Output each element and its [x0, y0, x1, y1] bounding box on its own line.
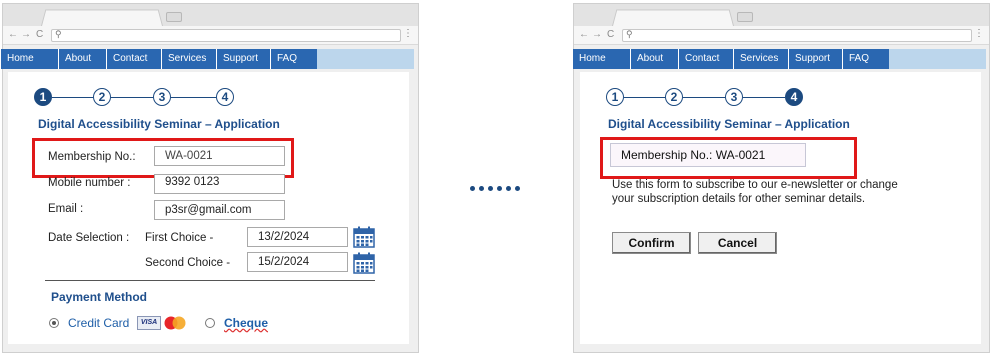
tab-strip — [3, 4, 418, 26]
nav-support[interactable]: Support — [789, 49, 843, 69]
browser-tab[interactable] — [612, 9, 734, 26]
browser-tab[interactable] — [41, 9, 163, 26]
step-4: 4 — [216, 88, 234, 106]
site-navbar: Home About Contact Services Support FAQ — [1, 49, 414, 69]
mobile-field[interactable]: 9392 0123 — [154, 174, 285, 194]
browser-toolbar: ← → C ⚲ ⋮ — [3, 26, 418, 45]
dot — [488, 186, 493, 191]
step-3: 3 — [153, 88, 171, 106]
nav-about[interactable]: About — [631, 49, 679, 69]
highlight-box — [600, 137, 857, 179]
mastercard-icon — [164, 316, 186, 330]
date-selection-label: Date Selection : — [48, 232, 130, 244]
info-line-1: Use this form to subscribe to our e-news… — [612, 179, 898, 191]
progress-stepper-left: 1 2 3 4 — [34, 88, 234, 110]
form-page-right — [580, 72, 981, 344]
payment-method-title: Payment Method — [51, 290, 148, 304]
site-navbar: Home About Contact Services Support FAQ — [573, 49, 986, 69]
step-2: 2 — [93, 88, 111, 106]
visa-card-icon: VISA — [137, 316, 161, 330]
step-3: 3 — [725, 88, 743, 106]
email-label: Email : — [48, 203, 84, 215]
step-1: 1 — [34, 88, 52, 106]
reload-icon[interactable]: C — [607, 29, 614, 41]
cancel-button[interactable]: Cancel — [698, 232, 777, 254]
nav-home[interactable]: Home — [1, 49, 59, 69]
browser-toolbar: ← → C ⚲ ⋮ — [574, 26, 989, 45]
tab-strip — [574, 4, 989, 26]
second-choice-field[interactable]: 15/2/2024 — [247, 252, 348, 272]
search-icon: ⚲ — [626, 29, 633, 39]
step-1: 1 — [606, 88, 624, 106]
nav-support[interactable]: Support — [217, 49, 271, 69]
email-field[interactable]: p3sr@gmail.com — [154, 200, 285, 220]
step-connector — [624, 97, 665, 98]
calendar-icon[interactable] — [353, 252, 375, 274]
nav-services[interactable]: Services — [734, 49, 789, 69]
cheque-label[interactable]: Cheque — [224, 316, 268, 330]
reload-icon[interactable]: C — [36, 29, 43, 41]
page-title: Digital Accessibility Seminar – Applicat… — [608, 117, 850, 131]
dot — [506, 186, 511, 191]
address-bar[interactable]: ⚲ — [622, 29, 972, 42]
page-title: Digital Accessibility Seminar – Applicat… — [38, 117, 280, 131]
forward-icon[interactable]: → — [21, 29, 31, 41]
first-choice-label: First Choice - — [145, 232, 214, 244]
dot — [470, 186, 475, 191]
second-choice-label: Second Choice - — [145, 257, 231, 269]
dot — [515, 186, 520, 191]
step-connector — [111, 97, 153, 98]
highlight-box — [32, 138, 294, 178]
navbar-menu: Home About Contact Services Support FAQ — [1, 49, 317, 69]
confirm-button[interactable]: Confirm — [612, 232, 691, 254]
step-connector — [171, 97, 216, 98]
address-bar[interactable]: ⚲ — [51, 29, 401, 42]
nav-contact[interactable]: Contact — [107, 49, 162, 69]
step-4: 4 — [785, 88, 803, 106]
navbar-menu: Home About Contact Services Support FAQ — [573, 49, 889, 69]
cheque-radio[interactable] — [205, 318, 215, 328]
nav-faq[interactable]: FAQ — [843, 49, 889, 69]
new-tab-button[interactable] — [737, 12, 753, 22]
credit-card-radio[interactable] — [49, 318, 59, 328]
step-connector — [683, 97, 725, 98]
nav-home[interactable]: Home — [573, 49, 631, 69]
step-connector — [52, 97, 93, 98]
forward-icon[interactable]: → — [592, 29, 602, 41]
info-line-2: your subscription details for other semi… — [612, 193, 866, 205]
back-icon[interactable]: ← — [8, 29, 18, 41]
menu-icon[interactable]: ⋮ — [403, 28, 413, 39]
menu-icon[interactable]: ⋮ — [974, 28, 984, 39]
transition-dots — [470, 186, 520, 191]
search-icon: ⚲ — [55, 29, 62, 39]
credit-card-label[interactable]: Credit Card — [68, 316, 129, 330]
step-connector — [743, 97, 785, 98]
nav-about[interactable]: About — [59, 49, 107, 69]
nav-contact[interactable]: Contact — [679, 49, 734, 69]
nav-faq[interactable]: FAQ — [271, 49, 317, 69]
dot — [497, 186, 502, 191]
progress-stepper-right: 1 2 3 4 — [606, 88, 806, 110]
calendar-icon[interactable] — [353, 226, 375, 248]
dot — [479, 186, 484, 191]
nav-services[interactable]: Services — [162, 49, 217, 69]
section-divider — [45, 280, 375, 281]
back-icon[interactable]: ← — [579, 29, 589, 41]
new-tab-button[interactable] — [166, 12, 182, 22]
mobile-label: Mobile number : — [48, 177, 131, 189]
first-choice-field[interactable]: 13/2/2024 — [247, 227, 348, 247]
step-2: 2 — [665, 88, 683, 106]
